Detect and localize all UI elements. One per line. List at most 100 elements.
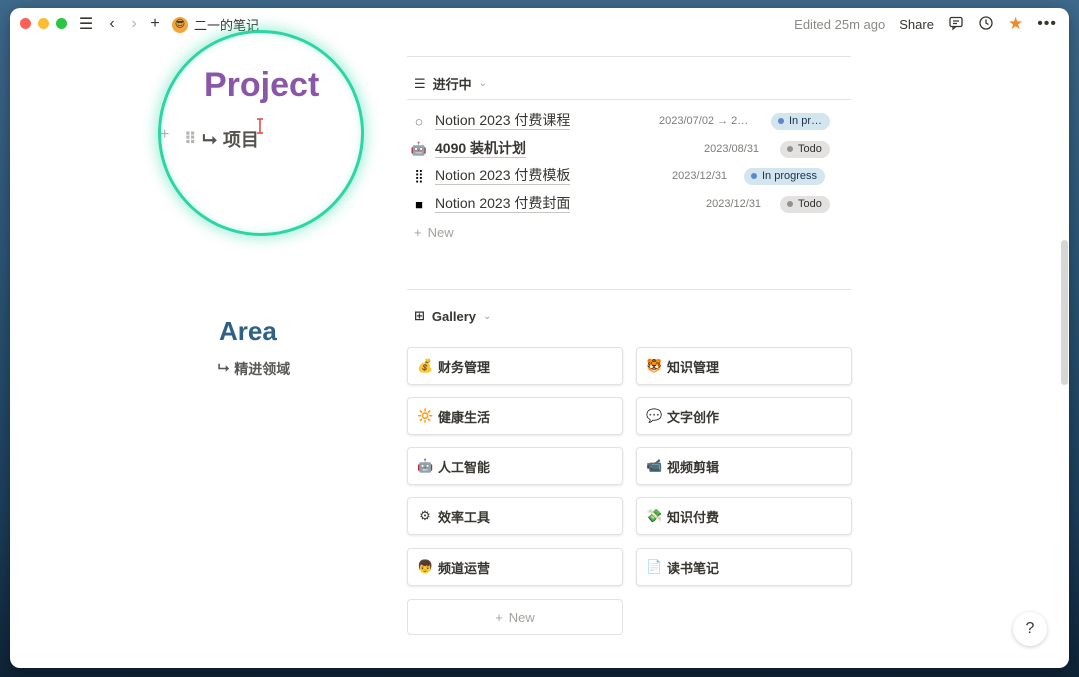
gallery-card[interactable]: ⚙ 效率工具: [407, 497, 623, 535]
share-button[interactable]: Share: [899, 17, 934, 32]
status-badge[interactable]: In pr…: [771, 112, 831, 130]
area-link[interactable]: ⮡ 精进领域: [218, 359, 290, 379]
card-label: 文字创作: [667, 409, 720, 425]
list-item[interactable]: ⣿ Notion 2023 付费模板 2023/12/31 In progres…: [410, 163, 844, 189]
sun-icon: 🔆: [417, 408, 434, 423]
project-link-label: 项目: [222, 130, 259, 150]
money-bag-icon: 💰: [417, 358, 434, 373]
minimize-window-button[interactable]: [38, 18, 49, 29]
divider: [407, 99, 851, 100]
gallery-card[interactable]: 💬 文字创作: [636, 397, 852, 435]
top-bar: ☰ ‹ › + 😎 二一的笔记 Edited 25m ago Share ★ •…: [10, 8, 1069, 40]
forward-arrow-icon[interactable]: ›: [124, 14, 144, 34]
robot-icon: 🤖: [417, 458, 434, 473]
list-view-icon: ☰: [414, 75, 426, 91]
card-label: 人工智能: [438, 459, 491, 475]
gallery-card[interactable]: 💸 知识付费: [636, 497, 852, 535]
comments-icon[interactable]: [948, 15, 964, 34]
new-card-label: New: [508, 609, 535, 625]
card-label: 读书笔记: [667, 560, 720, 576]
gallery-card[interactable]: 🤖 人工智能: [407, 447, 623, 485]
new-row-button[interactable]: + New: [414, 225, 454, 240]
tiger-icon: 🐯: [646, 358, 663, 373]
page-emoji-icon: 😎: [172, 16, 188, 33]
row-date: 2023/12/31: [706, 198, 762, 210]
divider: [407, 289, 851, 290]
subpage-arrow-icon: ⮡: [202, 128, 217, 149]
area-heading: Area: [219, 316, 277, 346]
new-page-plus-icon[interactable]: +: [145, 14, 165, 34]
project-link[interactable]: ⠿ ⮡ 项目: [184, 126, 259, 152]
project-heading: Project: [204, 66, 320, 104]
view-selector-in-progress[interactable]: ☰ 进行中 ⌄: [414, 74, 487, 93]
gallery-card[interactable]: 📄 读书笔记: [636, 548, 852, 586]
maximize-window-button[interactable]: [56, 18, 67, 29]
app-window: ☰ ‹ › + 😎 二一的笔记 Edited 25m ago Share ★ •…: [10, 8, 1069, 668]
subpage-arrow-icon: ⮡: [218, 359, 230, 375]
plus-icon: +: [414, 225, 422, 240]
grid-icon: ⣿: [414, 168, 424, 183]
list-item[interactable]: ◌ Notion 2023 付费课程 2023/07/02 → 2… In pr…: [410, 108, 844, 134]
row-title[interactable]: Notion 2023 付费封面: [435, 195, 571, 213]
page-scrollbar[interactable]: [1059, 40, 1069, 668]
breadcrumb[interactable]: 😎 二一的笔记: [172, 15, 259, 34]
area-link-label: 精进领域: [234, 361, 291, 377]
more-options-icon[interactable]: •••: [1037, 15, 1057, 33]
row-title[interactable]: 4090 装机计划: [435, 140, 527, 158]
gallery-card[interactable]: 💰 财务管理: [407, 347, 623, 385]
row-date: 2023/08/31: [704, 143, 760, 155]
window-controls: [20, 18, 67, 29]
row-title[interactable]: Notion 2023 付费课程: [435, 112, 571, 130]
card-label: 健康生活: [438, 409, 491, 425]
row-date: 2023/12/31: [672, 170, 728, 182]
favorite-star-icon[interactable]: ★: [1008, 14, 1023, 34]
card-label: 视频剪辑: [667, 459, 720, 475]
back-arrow-icon[interactable]: ‹: [102, 14, 122, 34]
speech-bubble-icon: 💬: [646, 408, 663, 423]
person-icon: 👦: [417, 559, 434, 574]
page-title-crumb: 二一的笔记: [194, 18, 260, 33]
card-label: 频道运营: [438, 560, 491, 576]
chevron-down-icon: ⌄: [483, 310, 492, 322]
cursor-icon: [256, 118, 264, 134]
scrollbar-thumb[interactable]: [1061, 240, 1068, 385]
gear-icon: ⚙: [419, 508, 431, 523]
row-date: 2023/07/02 → 2…: [659, 115, 749, 127]
add-block-plus-icon[interactable]: +: [160, 126, 169, 144]
status-badge[interactable]: In progress: [744, 167, 826, 185]
new-row-label: New: [427, 225, 454, 240]
sidebar-menu-icon[interactable]: ☰: [76, 14, 96, 34]
gallery-view-icon: ⊞: [414, 308, 425, 323]
topbar-actions: Edited 25m ago Share ★ •••: [794, 14, 1057, 34]
book-icon: ■: [415, 196, 423, 212]
list-item[interactable]: 🤖 4090 装机计划 2023/08/31 Todo: [410, 136, 844, 162]
history-clock-icon[interactable]: [978, 15, 994, 34]
new-gallery-card-button[interactable]: + New: [407, 599, 623, 635]
drag-handle-icon[interactable]: ⠿: [184, 129, 197, 149]
edited-status: Edited 25m ago: [794, 16, 886, 32]
loading-circle-icon: ◌: [415, 113, 423, 129]
divider: [407, 56, 851, 57]
close-window-button[interactable]: [20, 18, 31, 29]
card-label: 知识管理: [667, 359, 720, 375]
plus-icon: +: [495, 609, 503, 625]
robot-icon: 🤖: [410, 141, 428, 156]
gallery-card[interactable]: 🐯 知识管理: [636, 347, 852, 385]
card-label: 财务管理: [438, 359, 491, 375]
video-camera-icon: 📹: [646, 458, 663, 473]
status-badge[interactable]: Todo: [780, 140, 830, 158]
row-title[interactable]: Notion 2023 付费模板: [435, 167, 571, 185]
flying-money-icon: 💸: [646, 508, 663, 523]
gallery-card[interactable]: 👦 频道运营: [407, 548, 623, 586]
help-button[interactable]: ?: [1013, 612, 1047, 646]
card-label: 效率工具: [438, 509, 491, 525]
view-name: 进行中: [432, 77, 472, 92]
gallery-card[interactable]: 📹 视频剪辑: [636, 447, 852, 485]
document-icon: 📄: [646, 559, 663, 574]
view-name: Gallery: [431, 308, 476, 324]
card-label: 知识付费: [667, 509, 720, 525]
status-badge[interactable]: Todo: [780, 195, 830, 213]
gallery-card[interactable]: 🔆 健康生活: [407, 397, 623, 435]
view-selector-gallery[interactable]: ⊞ Gallery ⌄: [414, 308, 491, 324]
list-item[interactable]: ■ Notion 2023 付费封面 2023/12/31 Todo: [410, 191, 844, 217]
